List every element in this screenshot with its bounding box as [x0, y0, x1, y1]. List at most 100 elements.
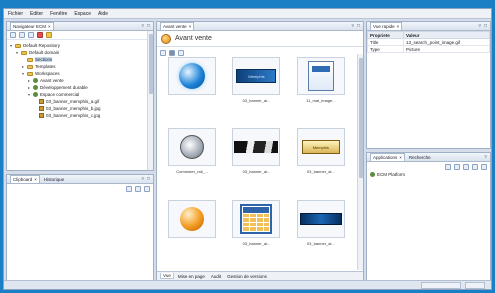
- thumbnail-item[interactable]: [163, 199, 221, 267]
- search-tab-label: Recherche: [408, 154, 431, 160]
- expand-toggle-icon[interactable]: ▾: [27, 92, 31, 97]
- menu-help[interactable]: Aide: [98, 11, 108, 17]
- property-name: Title: [367, 38, 405, 46]
- new-folder-icon[interactable]: [28, 32, 34, 38]
- tab-quick-view[interactable]: Vue rapide ×: [370, 22, 403, 30]
- thumbnail-item[interactable]: 03_banner_ai...: [227, 128, 285, 195]
- tab-navigator[interactable]: Navigateur ECM ×: [10, 22, 54, 30]
- tree-item[interactable]: ▾ Workspaces: [9, 70, 145, 77]
- tab-history[interactable]: Historique: [44, 177, 64, 182]
- minimize-icon[interactable]: ▿: [141, 176, 144, 182]
- refresh-icon[interactable]: [472, 163, 478, 170]
- table-row[interactable]: Title 13_search_point_image.gif: [367, 38, 490, 46]
- tree-item[interactable]: 03_banner_memphis_b.jpg: [9, 105, 145, 112]
- tree-item[interactable]: Sections: [9, 56, 145, 63]
- tab-vue[interactable]: Vue: [160, 273, 174, 279]
- tree-item[interactable]: ▾ Default Repository: [9, 42, 145, 49]
- menu-space[interactable]: Espace: [74, 11, 91, 17]
- bwbar-graphic: [234, 141, 279, 154]
- menu-window[interactable]: Fenêtre: [50, 11, 67, 17]
- minimize-icon[interactable]: ▿: [141, 23, 144, 29]
- expand-toggle-icon[interactable]: ▸: [27, 85, 31, 90]
- thumbnail-item[interactable]: Commuter_rail_...: [163, 128, 221, 195]
- link-editor-icon[interactable]: [19, 32, 25, 38]
- tree-item[interactable]: ECM Platform: [367, 171, 490, 178]
- minimize-icon[interactable]: ▿: [478, 23, 481, 29]
- maximize-icon[interactable]: □: [147, 176, 150, 182]
- thumbnail-caption: 03_banner_ai...: [242, 240, 271, 246]
- quick-view-header: Vue rapide × ▿ □: [367, 22, 490, 31]
- tab-gestion-versions[interactable]: Gestion de versions: [225, 274, 269, 279]
- tab-audit[interactable]: Audit: [209, 274, 223, 279]
- close-icon[interactable]: ×: [189, 24, 192, 29]
- minimize-icon[interactable]: ▿: [484, 154, 487, 160]
- home-icon[interactable]: [463, 163, 469, 170]
- navigator-header: Navigateur ECM × ▿ □: [7, 22, 153, 31]
- tree-item[interactable]: 03_banner_memphis_c.jpg: [9, 112, 145, 119]
- navigator-tree: ▾ Default Repository ▾ Default domain Sectio…: [7, 40, 153, 119]
- expand-toggle-icon[interactable]: ▾: [21, 71, 25, 76]
- thumbnail-item[interactable]: 03_banner_ai...: [292, 199, 350, 267]
- maximize-icon[interactable]: □: [147, 23, 150, 29]
- workspace-icon: [161, 33, 171, 44]
- navigator-scrollbar[interactable]: [147, 31, 153, 170]
- expand-toggle-icon[interactable]: ▾: [9, 43, 13, 48]
- close-icon[interactable]: ×: [397, 24, 400, 29]
- paste-icon[interactable]: [135, 185, 141, 192]
- tree-item[interactable]: ▸ Templates: [9, 63, 145, 70]
- tree-item[interactable]: 03_banner_memphis_a.gif: [9, 98, 145, 105]
- tree-item[interactable]: ▸ Avant vente: [9, 77, 145, 84]
- thumbnail-item[interactable]: Memphis 03_banner_ai...: [227, 57, 285, 124]
- thumbnail-item[interactable]: 03_banner_ai...: [227, 199, 285, 267]
- property-value: 13_search_point_image.gif: [403, 38, 490, 46]
- menu-file[interactable]: Fichier: [8, 11, 23, 17]
- column-header-value[interactable]: Valeur: [403, 31, 490, 39]
- close-icon[interactable]: ×: [48, 24, 51, 29]
- editor-title-bar: Avant vente: [157, 31, 363, 47]
- thumbnail-caption: 03_banner_ai...: [306, 240, 335, 246]
- quick-view-panel: Vue rapide × ▿ □ Propriete Valeur Title …: [366, 21, 491, 149]
- tree-item[interactable]: ▸ Développement durable: [9, 84, 145, 91]
- close-icon[interactable]: ×: [34, 177, 37, 182]
- thumbnail-caption: 03_banner_ai...: [306, 169, 335, 175]
- expand-toggle-icon[interactable]: ▸: [21, 64, 25, 69]
- tree-item-label: 03_banner_memphis_b.jpg: [46, 106, 101, 111]
- tab-applications[interactable]: Applications ×: [370, 153, 405, 161]
- thumbnail-caption: Commuter_rail_...: [176, 169, 209, 175]
- tab-clipboard[interactable]: Clipboard ×: [10, 175, 40, 183]
- thumbnail-item[interactable]: [163, 57, 221, 124]
- thumbnail-grid: Memphis 03_banner_ai... 11_mat_image... Com…: [160, 54, 353, 270]
- editor-scrollbar[interactable]: [357, 54, 363, 270]
- thumbnail-item[interactable]: Memphis 03_banner_ai...: [292, 128, 350, 195]
- edit-icon[interactable]: [46, 32, 52, 38]
- menu-icon[interactable]: [481, 163, 487, 170]
- back-icon[interactable]: [445, 163, 451, 170]
- banner-text: Memphis: [312, 144, 329, 150]
- column-header-property[interactable]: Propriete: [367, 31, 405, 39]
- tree-item[interactable]: ▾ Espace commercial: [9, 91, 145, 98]
- tree-item-label: Avant vente: [40, 78, 64, 83]
- close-icon[interactable]: ×: [399, 155, 402, 160]
- thumbnail-item[interactable]: 11_mat_image...: [292, 57, 350, 124]
- minimize-icon[interactable]: ▿: [351, 23, 354, 29]
- properties-table: Propriete Valeur Title 13_search_point_i…: [367, 31, 490, 53]
- table-row[interactable]: Type Picture: [367, 45, 490, 53]
- tree-item-label: 03_banner_memphis_c.jpg: [46, 113, 101, 118]
- tree-item-label: 03_banner_memphis_a.gif: [46, 99, 100, 104]
- menu-edit[interactable]: Editer: [30, 11, 43, 17]
- tab-search[interactable]: Recherche: [409, 155, 431, 160]
- tab-avant-vente[interactable]: Avant vente ×: [160, 22, 195, 30]
- collapse-all-icon[interactable]: [10, 32, 16, 38]
- expand-toggle-icon[interactable]: ▸: [27, 78, 31, 83]
- maximize-icon[interactable]: □: [357, 23, 360, 29]
- maximize-icon[interactable]: □: [484, 23, 487, 29]
- clear-clipboard-icon[interactable]: [126, 185, 132, 192]
- delete-icon[interactable]: [37, 32, 43, 38]
- forward-icon[interactable]: [454, 163, 460, 170]
- status-bar: [4, 280, 491, 289]
- applications-panel: Applications × Recherche ▿ ECM Platform: [366, 152, 491, 281]
- tree-item[interactable]: ▾ Default domain: [9, 49, 145, 56]
- refresh-icon[interactable]: [144, 185, 150, 192]
- tab-mise-en-page[interactable]: Mise en page: [176, 274, 207, 279]
- expand-toggle-icon[interactable]: ▾: [15, 50, 19, 55]
